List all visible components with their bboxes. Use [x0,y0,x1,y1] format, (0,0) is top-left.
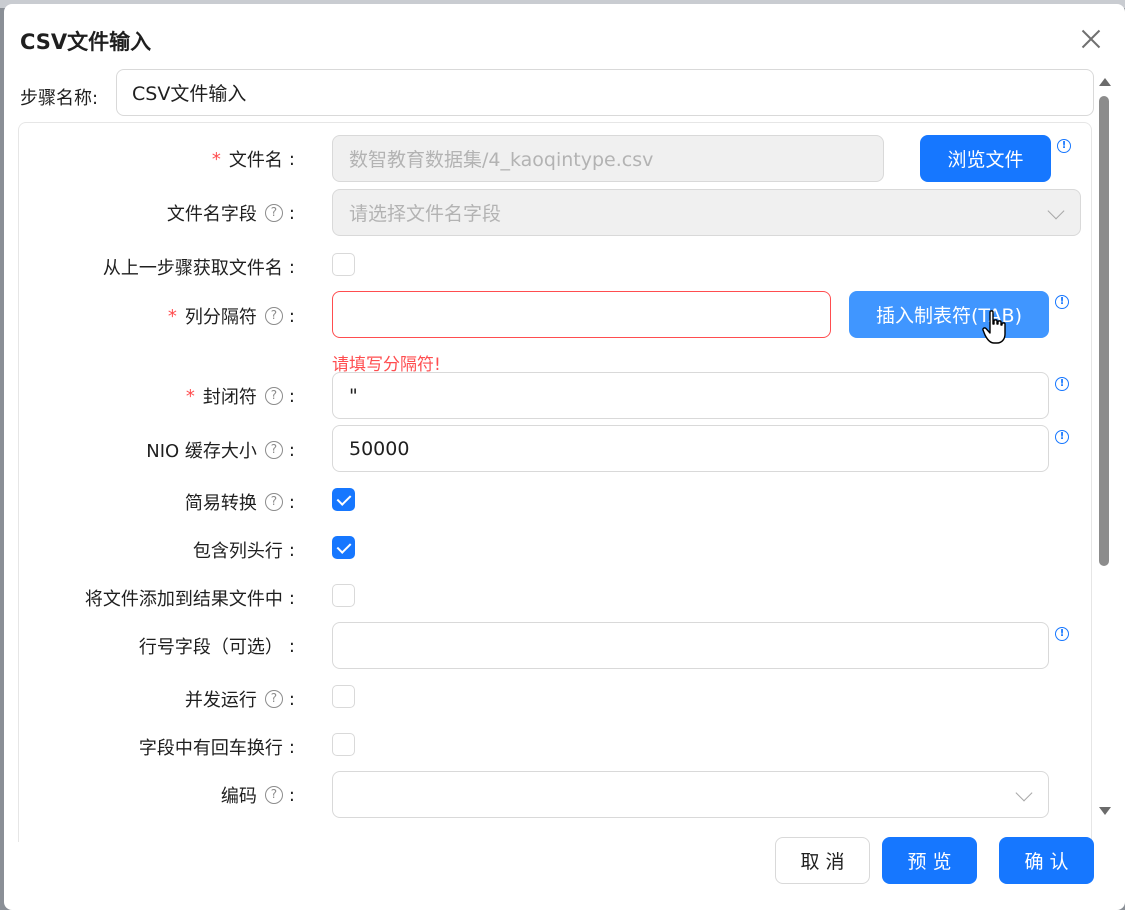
info-icon[interactable]: ! [1055,377,1069,391]
chevron-down-icon [1015,784,1033,802]
header-row-checkbox[interactable] [332,536,355,559]
enclosure-input[interactable]: " [332,372,1049,419]
help-icon[interactable]: ? [264,493,283,511]
parallel-checkbox[interactable] [332,685,355,708]
step-name-input[interactable] [116,69,1094,116]
dialog-title: CSV文件输入 [20,30,152,54]
encoding-label: 编码 ?: [220,784,295,808]
help-icon[interactable]: ? [264,204,283,222]
newline-in-field-label: 字段中有回车换行: [138,736,295,760]
scrollbar[interactable] [1097,74,1111,819]
form-panel: * 文件名: 数智教育数据集/4_kaoqintype.csv 浏览文件 ! 文… [18,122,1092,842]
browse-file-button[interactable]: 浏览文件 [920,135,1051,182]
info-icon[interactable]: ! [1055,295,1069,309]
row-number-field-label: 行号字段（可选）: [138,635,295,659]
add-to-result-checkbox[interactable] [332,584,355,607]
newline-in-field-checkbox[interactable] [332,733,355,756]
help-icon[interactable]: ? [264,441,283,459]
nio-buffer-label: NIO 缓存大小 ?: [146,439,295,463]
chevron-down-icon [1047,202,1065,220]
scroll-up-arrow-icon[interactable] [1099,78,1111,86]
filename-field-label: 文件名字段 ?: [166,202,295,226]
separator-input[interactable] [332,291,831,338]
csv-input-dialog: CSV文件输入 步骤名称: * 文件名: 数智教育数据集/4_kaoqintyp… [4,4,1125,910]
scroll-thumb[interactable] [1099,96,1109,566]
filename-input[interactable]: 数智教育数据集/4_kaoqintype.csv [332,135,884,182]
filename-label: * 文件名: [211,148,295,172]
lazy-conversion-label: 简易转换 ?: [184,491,295,515]
info-icon[interactable]: ! [1057,139,1071,153]
insert-tab-button[interactable]: 插入制表符(TAB) [849,291,1049,338]
enclosure-label: * 封闭符 ?: [185,385,295,409]
lazy-conversion-checkbox[interactable] [332,488,355,511]
nio-buffer-input[interactable]: 50000 [332,425,1049,472]
info-icon[interactable]: ! [1055,430,1069,444]
close-icon[interactable] [1078,26,1104,52]
confirm-button[interactable]: 确 认 [999,837,1094,884]
step-name-label: 步骤名称: [20,88,99,109]
required-asterisk: * [185,385,195,407]
cancel-button[interactable]: 取 消 [775,837,870,884]
help-icon[interactable]: ? [264,387,283,405]
add-to-result-label: 将文件添加到结果文件中: [84,587,295,611]
separator-label: * 列分隔符 ?: [167,305,295,329]
preview-button[interactable]: 预 览 [882,837,977,884]
help-icon[interactable]: ? [264,307,283,325]
help-icon[interactable]: ? [264,786,283,804]
from-prev-step-label: 从上一步骤获取文件名: [102,256,295,280]
encoding-select[interactable] [332,771,1049,818]
required-asterisk: * [211,148,221,170]
row-number-field-input[interactable] [332,622,1049,669]
from-prev-step-checkbox[interactable] [332,253,355,276]
header-row-label: 包含列头行: [192,539,295,563]
info-icon[interactable]: ! [1055,627,1069,641]
parallel-label: 并发运行 ?: [184,688,295,712]
required-asterisk: * [167,305,177,327]
filename-field-select[interactable]: 请选择文件名字段 [332,189,1081,236]
help-icon[interactable]: ? [264,690,283,708]
hand-cursor-icon [982,310,1006,344]
scroll-down-arrow-icon[interactable] [1099,807,1111,815]
